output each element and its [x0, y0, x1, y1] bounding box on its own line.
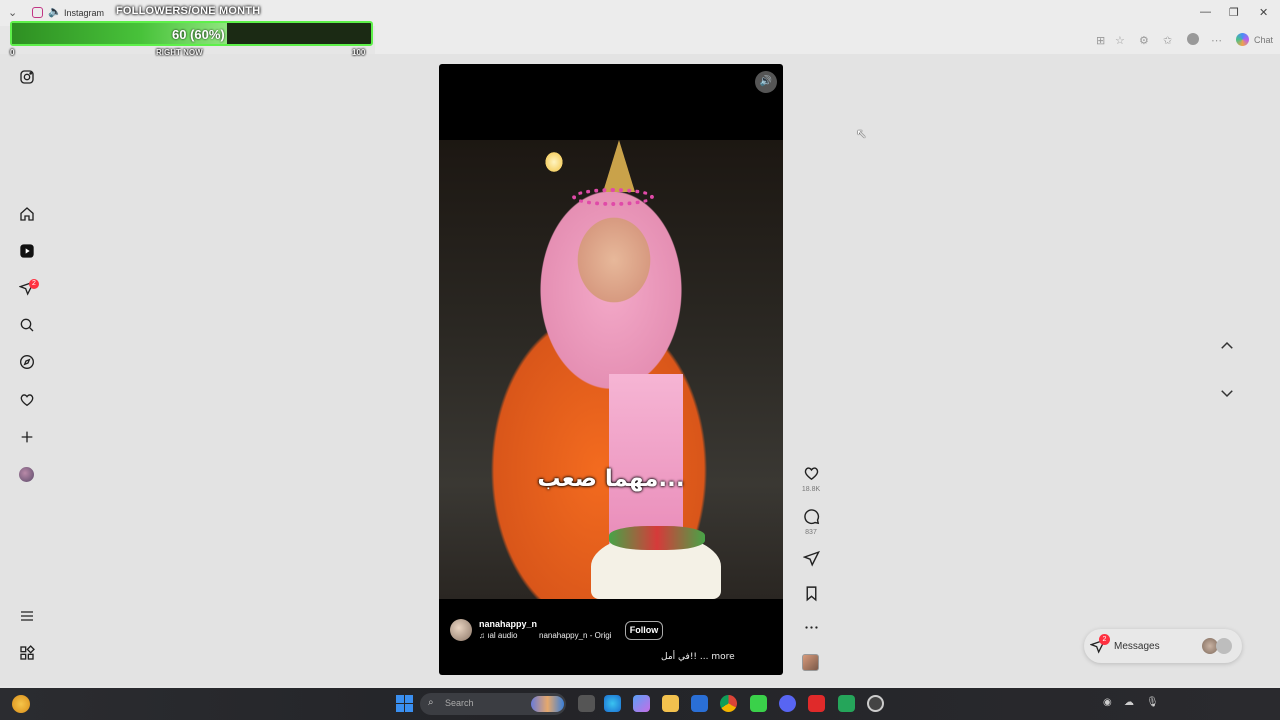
also-from-meta-grid-icon[interactable]: [18, 644, 36, 662]
spreadsheet-app-icon[interactable]: [838, 695, 855, 712]
profile-avatar-icon[interactable]: [1187, 33, 1199, 45]
search-icon: ⌕: [428, 697, 434, 708]
notification-badge: 2: [29, 279, 39, 289]
reel-video-player[interactable]: مهما صعب... 🔊 nanahappy_n ♫ ıal audio na…: [439, 64, 783, 675]
favorite-star-icon[interactable]: ☆: [1115, 34, 1125, 47]
progress-min-label: 0: [10, 48, 15, 57]
weather-widget-icon[interactable]: [12, 695, 30, 713]
microphone-icon[interactable]: 🎙: [1146, 697, 1159, 708]
chevron-down-icon[interactable]: ⌄: [8, 6, 17, 19]
party-hat-band-graphic: [572, 188, 654, 206]
search-icon[interactable]: [18, 316, 36, 334]
more-options-icon[interactable]: [800, 619, 822, 641]
discord-icon[interactable]: [779, 695, 796, 712]
heart-icon[interactable]: [18, 391, 36, 409]
chat-label[interactable]: Chat: [1254, 35, 1273, 45]
messages-label: Messages: [1114, 641, 1160, 652]
party-hat-graphic: [603, 140, 635, 192]
like-heart-icon[interactable]: [800, 465, 822, 487]
reel-author-avatar[interactable]: [450, 619, 472, 641]
create-plus-icon[interactable]: [18, 428, 36, 446]
comment-icon[interactable]: [800, 508, 822, 530]
speaker-icon[interactable]: 🔊: [755, 71, 777, 93]
reel-audio-subtitle[interactable]: nanahappy_n - Origi: [539, 631, 611, 640]
audio-thumbnail[interactable]: [802, 654, 819, 671]
home-icon[interactable]: [18, 205, 36, 223]
messages-badge: 2: [1099, 634, 1110, 645]
youtube-icon[interactable]: [808, 695, 825, 712]
next-reel-chevron-down-icon[interactable]: [1218, 384, 1236, 402]
restore-button[interactable]: ❐: [1229, 6, 1239, 19]
comment-count: 837: [805, 529, 817, 536]
chrome-icon[interactable]: [720, 695, 737, 712]
windows-start-icon[interactable]: [396, 695, 413, 712]
app-available-icon[interactable]: ⊞: [1096, 34, 1105, 47]
like-count: 18.8K: [801, 486, 821, 493]
obs-app-icon[interactable]: [867, 695, 884, 712]
microsoft-store-icon[interactable]: [691, 695, 708, 712]
favorites-icon[interactable]: ✩: [1163, 34, 1172, 47]
followers-widget-title: FOLLOWERS/ONE MONTH: [116, 5, 261, 17]
kick-app-icon[interactable]: [750, 695, 767, 712]
taskbar-search-placeholder: Search: [445, 698, 474, 708]
close-button[interactable]: ✕: [1259, 6, 1268, 19]
followers-progress-bar: 60 (60%): [10, 21, 373, 46]
more-menu-hamburger-icon[interactable]: [18, 607, 36, 625]
reel-description[interactable]: في أمل!! ... more: [661, 652, 735, 662]
tab-title: Instagram: [64, 8, 105, 18]
edge-browser-icon[interactable]: [604, 695, 621, 712]
network-icon[interactable]: ☁: [1124, 697, 1134, 708]
reel-author-username[interactable]: nanahappy_n: [479, 619, 537, 629]
copilot-icon[interactable]: [1236, 33, 1249, 46]
file-explorer-icon[interactable]: [662, 695, 679, 712]
mouse-cursor-icon: ↖: [856, 126, 867, 141]
follow-button[interactable]: Follow: [625, 621, 663, 640]
more-menu-icon[interactable]: ⋯: [1211, 34, 1222, 47]
save-bookmark-icon[interactable]: [800, 585, 822, 607]
explore-compass-icon[interactable]: [18, 353, 36, 371]
profile-avatar[interactable]: [19, 467, 34, 482]
minimize-button[interactable]: —: [1200, 6, 1211, 18]
previous-reel-chevron-up-icon[interactable]: [1218, 337, 1236, 355]
copilot-app-icon[interactable]: [633, 695, 650, 712]
share-send-icon[interactable]: [800, 550, 822, 572]
reel-audio-label[interactable]: ♫ ıal audio: [479, 631, 517, 640]
tray-icon[interactable]: ◉: [1103, 697, 1112, 708]
search-highlight-art: [531, 696, 564, 712]
messages-contact-avatar: [1216, 638, 1232, 654]
progress-current-label: RIGHT NOW: [156, 48, 203, 57]
extension-icon[interactable]: ⚙: [1139, 34, 1149, 47]
speaker-icon[interactable]: 🔈: [48, 5, 62, 18]
cake-decoration-graphic: [609, 526, 705, 550]
reels-icon[interactable]: [18, 242, 36, 260]
instagram-tab-icon: [32, 7, 43, 18]
followers-progress-value: 60 (60%): [172, 27, 225, 42]
task-view-icon[interactable]: [578, 695, 595, 712]
reel-caption-overlay: مهما صعب...: [537, 466, 685, 492]
instagram-logo-icon[interactable]: [18, 68, 36, 86]
progress-max-label: 100: [352, 48, 366, 57]
